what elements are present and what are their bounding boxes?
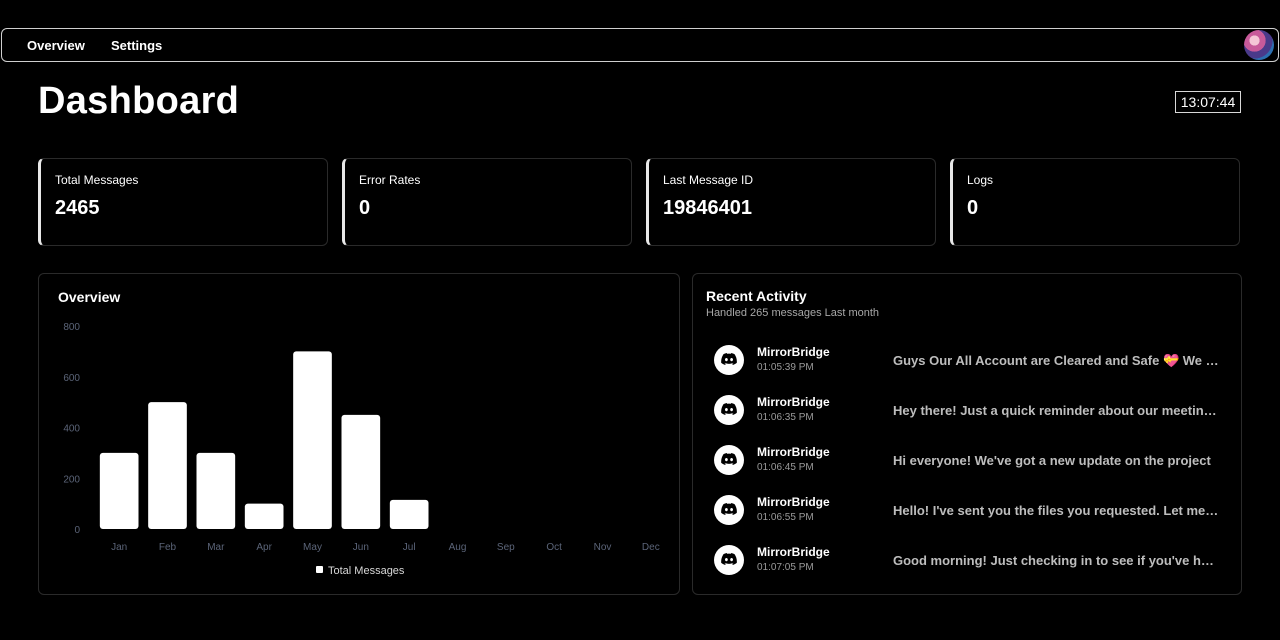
stat-value: 2465: [55, 197, 100, 219]
stat-label: Total Messages: [55, 173, 139, 187]
bar-jan: [99, 452, 139, 529]
activity-time: 01:06:55 PM: [757, 512, 814, 523]
activity-sender: MirrorBridge: [757, 495, 830, 509]
y-tick-label: 400: [63, 424, 80, 435]
stat-card-total-messages: Total Messages 2465: [38, 158, 328, 246]
stat-label: Logs: [967, 173, 994, 187]
clock: 13:07:44: [1175, 91, 1241, 113]
activity-sender: MirrorBridge: [757, 395, 830, 409]
y-tick-label: 0: [74, 525, 80, 536]
stat-card-error-rates: Error Rates 0: [342, 158, 632, 246]
bar-mar: [196, 452, 236, 529]
x-tick-label: Jul: [403, 542, 416, 553]
activity-time: 01:06:35 PM: [757, 412, 814, 423]
activity-item[interactable]: MirrorBridge 01:06:45 PM Hi everyone! We'v…: [693, 440, 1241, 480]
stat-label: Error Rates: [359, 173, 421, 187]
discord-icon: [714, 445, 744, 475]
activity-message: Hello! I've sent you the files you reque…: [893, 503, 1221, 518]
stat-card-logs: Logs 0: [950, 158, 1240, 246]
activity-message: Good morning! Just checking in to see if…: [893, 553, 1221, 568]
bar-apr: [244, 503, 284, 529]
stat-value: 0: [359, 197, 371, 219]
discord-icon: [714, 345, 744, 375]
activity-sender: MirrorBridge: [757, 345, 830, 359]
bar-feb: [148, 402, 187, 529]
x-tick-label: Oct: [546, 542, 562, 553]
discord-icon: [714, 395, 744, 425]
recent-activity-panel: Recent Activity Handled 265 messages Las…: [692, 273, 1242, 595]
discord-icon: [714, 495, 744, 525]
nav-overview-link[interactable]: Overview: [27, 38, 85, 53]
x-tick-label: Feb: [159, 542, 177, 553]
y-tick-label: 600: [63, 373, 80, 384]
activity-item[interactable]: MirrorBridge 01:05:39 PM Guys Our All Acco…: [693, 340, 1241, 380]
overview-panel: Overview 0 200 400 600 800 Jan Feb Mar Apr May Jun…: [38, 273, 680, 595]
x-tick-label: Jun: [353, 542, 369, 553]
activity-time: 01:05:39 PM: [757, 362, 814, 373]
y-tick-label: 200: [63, 474, 80, 485]
nav-settings-link[interactable]: Settings: [111, 38, 162, 53]
stat-label: Last Message ID: [663, 173, 754, 187]
activity-time: 01:06:45 PM: [757, 462, 814, 473]
activity-message: Guys Our All Account are Cleared and Saf…: [893, 353, 1221, 368]
x-tick-label: Nov: [594, 542, 612, 553]
x-tick-label: May: [303, 542, 322, 553]
bar-jun: [341, 414, 381, 529]
x-tick-label: Jan: [111, 542, 127, 553]
overview-bar-chart: 0 200 400 600 800 Jan Feb Mar Apr May Jun Jul Aug Sep…: [63, 322, 660, 577]
x-tick-label: Sep: [497, 542, 515, 553]
bar-may: [293, 351, 332, 529]
activity-sender: MirrorBridge: [757, 545, 830, 559]
x-tick-label: Apr: [256, 542, 272, 553]
discord-icon: [714, 545, 744, 575]
bar-jul: [389, 499, 429, 529]
activity-sender: MirrorBridge: [757, 445, 830, 459]
stat-value: 0: [967, 197, 979, 219]
activity-item[interactable]: MirrorBridge 01:06:35 PM Hey there! Just a…: [693, 390, 1241, 430]
x-tick-label: Aug: [449, 542, 467, 553]
activity-time: 01:07:05 PM: [757, 562, 814, 573]
recent-activity-subtitle: Handled 265 messages Last month: [706, 307, 880, 319]
legend-swatch: [316, 566, 323, 573]
activity-message: Hey there! Just a quick reminder about o…: [893, 403, 1221, 418]
legend-label: Total Messages: [328, 565, 405, 577]
activity-item[interactable]: MirrorBridge 01:06:55 PM Hello! I've sent …: [693, 490, 1241, 530]
stat-card-last-message-id: Last Message ID 19846401: [646, 158, 936, 246]
user-avatar[interactable]: [1244, 30, 1274, 60]
recent-activity-title: Recent Activity: [706, 288, 807, 304]
activity-message: Hi everyone! We've got a new update on t…: [893, 453, 1211, 468]
x-tick-label: Dec: [642, 542, 660, 553]
page-title: Dashboard: [38, 80, 240, 122]
stat-value: 19846401: [663, 197, 752, 219]
activity-item[interactable]: MirrorBridge 01:07:05 PM Good morning! Jus…: [693, 540, 1241, 580]
y-tick-label: 800: [63, 322, 80, 333]
top-nav: Overview Settings: [1, 28, 1279, 62]
x-tick-label: Mar: [207, 542, 225, 553]
